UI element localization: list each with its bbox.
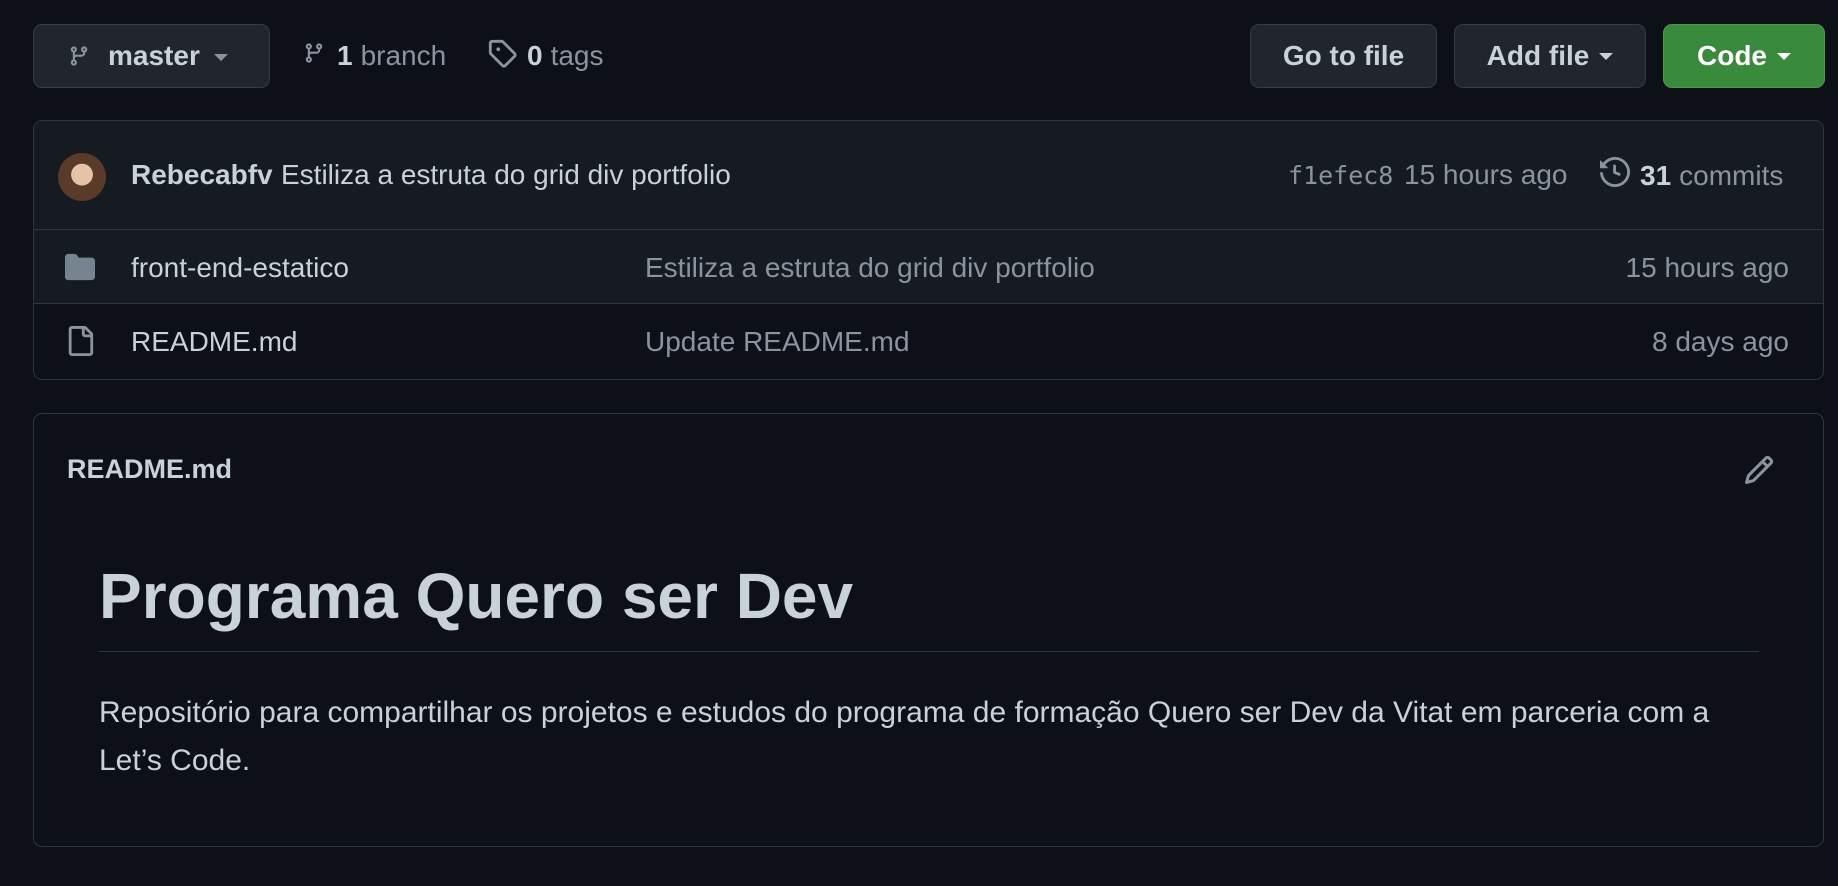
branch-name: master (108, 40, 200, 71)
list-item[interactable]: front-end-estatico Estiliza a estruta do… (34, 230, 1823, 304)
readme-filename-link[interactable]: README.md (67, 454, 232, 485)
repository-page: master 1 branch 0 tags Go to file Add fi… (0, 0, 1838, 886)
commit-word: commits (1679, 159, 1784, 191)
file-age: 15 hours ago (1625, 252, 1789, 283)
file-icon (64, 326, 96, 361)
file-list: Rebecabfv Estiliza a estruta do grid div… (33, 120, 1824, 380)
file-name-link[interactable]: README.md (131, 326, 297, 358)
commit-author-link[interactable]: Rebecabfv (131, 159, 273, 191)
branches-link[interactable]: 1 branch (303, 24, 446, 88)
file-age: 8 days ago (1652, 326, 1789, 357)
commit-sha-link[interactable]: f1efec8 (1288, 161, 1393, 190)
file-name-link[interactable]: front-end-estatico (131, 252, 349, 284)
commit-message-link[interactable]: Estiliza a estruta do grid div portfolio (281, 159, 731, 191)
git-branch-icon (303, 39, 337, 74)
code-label: Code (1697, 40, 1767, 71)
caret-down-icon (1599, 52, 1614, 60)
tag-count: 0 (527, 40, 543, 71)
commit-count: 31 (1640, 159, 1672, 191)
readme-panel: README.md Programa Quero ser Dev Reposit… (33, 413, 1824, 847)
add-file-button[interactable]: Add file (1454, 24, 1646, 88)
history-icon (1600, 156, 1640, 194)
caret-down-icon (1777, 52, 1791, 60)
list-item[interactable]: README.md Update README.md 8 days ago (34, 304, 1823, 378)
go-to-file-button[interactable]: Go to file (1250, 24, 1437, 88)
git-branch-icon (68, 42, 90, 70)
commit-time: 15 hours ago (1404, 159, 1568, 190)
branch-word: branch (360, 40, 447, 71)
tag-icon (487, 38, 527, 75)
add-file-label: Add file (1486, 40, 1590, 71)
caret-down-icon (213, 53, 228, 61)
folder-icon (64, 252, 96, 287)
tags-link[interactable]: 0 tags (487, 24, 604, 88)
code-button[interactable]: Code (1663, 24, 1825, 88)
go-to-file-label: Go to file (1282, 40, 1405, 71)
readme-paragraph: Repositório para compartilhar os projeto… (99, 696, 1710, 777)
branch-selector-button[interactable]: master (33, 24, 270, 88)
tag-word: tags (550, 40, 604, 71)
repo-toolbar: master 1 branch 0 tags Go to file Add fi… (33, 24, 1825, 88)
avatar[interactable] (58, 153, 106, 201)
file-commit-message-link[interactable]: Update README.md (645, 326, 910, 358)
commits-history-link[interactable]: 31 commits (1600, 156, 1784, 194)
readme-heading: Programa Quero ser Dev (99, 559, 1759, 652)
file-commit-message-link[interactable]: Estiliza a estruta do grid div portfolio (645, 252, 1095, 284)
branch-count: 1 (337, 40, 353, 71)
pencil-icon[interactable] (1743, 454, 1775, 491)
latest-commit-row: Rebecabfv Estiliza a estruta do grid div… (34, 121, 1823, 230)
